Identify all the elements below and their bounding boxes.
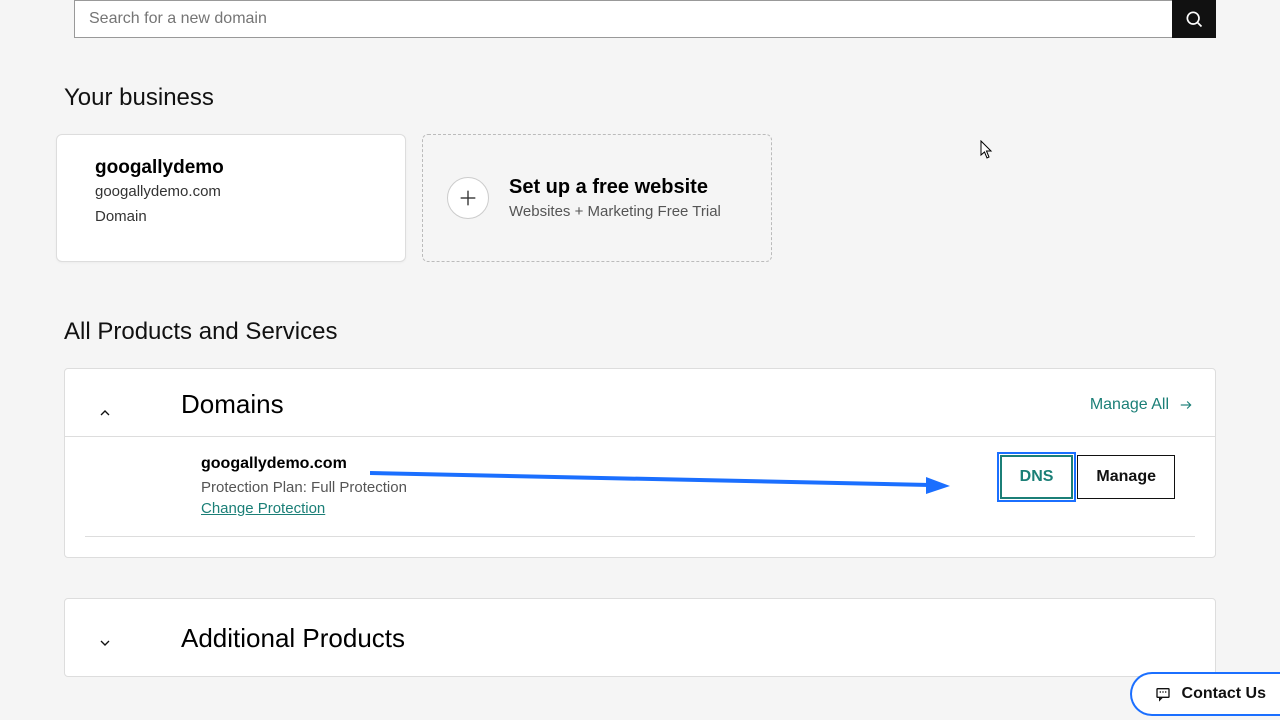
- business-card-title: googallydemo: [95, 157, 367, 179]
- domain-plan: Protection Plan: Full Protection: [201, 479, 407, 496]
- chat-icon: [1154, 686, 1172, 702]
- manage-all-label: Manage All: [1090, 396, 1169, 414]
- domain-row: googallydemo.com Protection Plan: Full P…: [85, 437, 1195, 537]
- all-products-heading: All Products and Services: [64, 318, 1216, 346]
- domain-search-input[interactable]: [74, 0, 1172, 38]
- your-business-heading: Your business: [64, 84, 1216, 112]
- expand-icon[interactable]: [85, 635, 125, 651]
- search-icon: [1184, 9, 1204, 29]
- domains-panel: Domains Manage All googallydemo.com Prot…: [64, 368, 1216, 558]
- manage-button[interactable]: Manage: [1077, 455, 1175, 499]
- manage-all-link[interactable]: Manage All: [1090, 396, 1195, 430]
- business-card-domain: googallydemo.com: [95, 183, 367, 200]
- additional-products-heading: Additional Products: [181, 623, 1195, 662]
- setup-card-sub: Websites + Marketing Free Trial: [509, 203, 721, 220]
- setup-website-card[interactable]: Set up a free website Websites + Marketi…: [422, 134, 772, 262]
- plus-icon: [447, 177, 489, 219]
- contact-us-button[interactable]: Contact Us: [1130, 672, 1280, 716]
- contact-us-label: Contact Us: [1182, 685, 1266, 703]
- domain-name: googallydemo.com: [201, 455, 407, 473]
- arrow-right-icon: [1177, 398, 1195, 412]
- search-button[interactable]: [1172, 0, 1216, 38]
- additional-products-panel: Additional Products: [64, 598, 1216, 677]
- collapse-icon[interactable]: [85, 405, 125, 421]
- change-protection-link[interactable]: Change Protection: [201, 500, 325, 517]
- domains-heading: Domains: [181, 389, 1090, 436]
- dns-button[interactable]: DNS: [1000, 455, 1074, 499]
- business-card-type: Domain: [95, 208, 367, 225]
- business-card[interactable]: googallydemo googallydemo.com Domain: [56, 134, 406, 262]
- setup-card-title: Set up a free website: [509, 176, 721, 199]
